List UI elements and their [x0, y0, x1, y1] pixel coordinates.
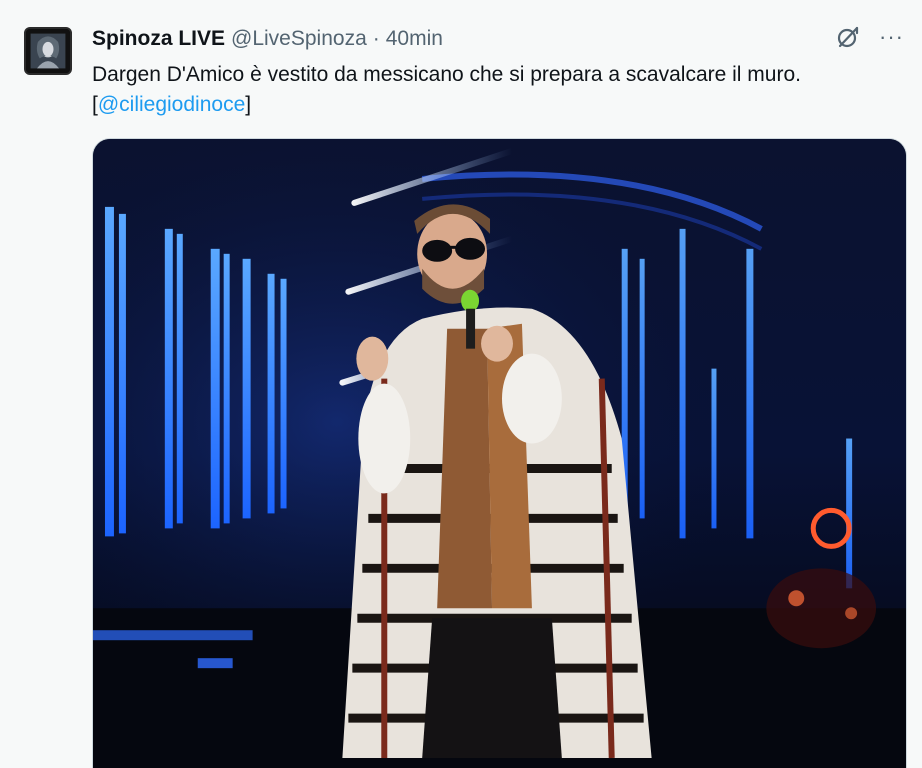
tweet-media[interactable]	[92, 138, 907, 768]
mention-link[interactable]: @ciliegiodinoce	[98, 93, 245, 116]
stage-photo	[93, 139, 906, 768]
tweet-text-line: Dargen D'Amico è vestito da messicano ch…	[92, 63, 801, 86]
tweet-header: Spinoza LIVE @LiveSpinoza · 40min	[92, 26, 443, 52]
avatar-portrait-icon	[26, 29, 70, 73]
tweet-text-credit: [@ciliegiodinoce]	[92, 90, 902, 120]
timestamp[interactable]: 40min	[386, 26, 443, 52]
grok-icon[interactable]	[835, 24, 861, 50]
separator-dot: ·	[372, 27, 380, 50]
display-name[interactable]: Spinoza LIVE	[92, 26, 225, 52]
tweet-actions: ···	[835, 24, 904, 50]
avatar[interactable]	[24, 27, 72, 75]
tweet[interactable]: Spinoza LIVE @LiveSpinoza · 40min ··· Da…	[0, 0, 922, 768]
user-handle[interactable]: @LiveSpinoza	[231, 26, 367, 52]
more-icon[interactable]: ···	[879, 24, 904, 50]
tweet-text: Dargen D'Amico è vestito da messicano ch…	[92, 60, 902, 120]
close-bracket: ]	[245, 93, 252, 116]
